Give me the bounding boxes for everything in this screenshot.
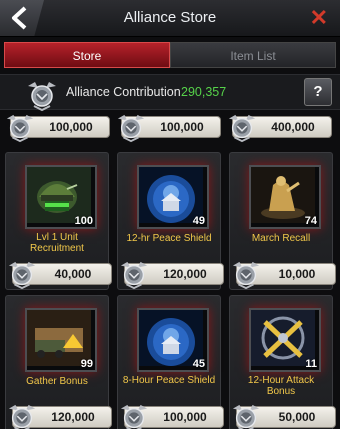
price-value: 100,000 — [160, 120, 204, 134]
alliance-medal-icon — [7, 260, 37, 290]
item-icon-frame: 99 — [25, 308, 97, 372]
price-value: 120,000 — [51, 410, 95, 424]
store-item-list[interactable]: 100,000 100,000 400,000 100 Lvl 1 Unit R… — [0, 112, 340, 429]
buy-button[interactable]: 50,000 — [231, 403, 336, 429]
alliance-medal-icon — [119, 403, 149, 429]
store-item-card[interactable]: 45 8-Hour Peace Shield 100,000 — [117, 295, 224, 429]
price-value: 40,000 — [54, 267, 92, 281]
buy-button[interactable]: 100,000 — [5, 113, 110, 143]
contribution-value: 290,357 — [181, 85, 227, 99]
page-title: Alliance Store — [123, 9, 217, 26]
item-icon-frame: 49 — [137, 165, 209, 229]
price-value: 400,000 — [271, 120, 315, 134]
item-name: Gather Bonus — [26, 376, 88, 387]
item-quantity: 74 — [304, 215, 317, 227]
buy-button[interactable]: 40,000 — [7, 260, 112, 290]
alliance-medal-icon — [5, 113, 35, 143]
store-item-card[interactable]: 11 12-Hour Attack Bonus 50,000 — [229, 295, 336, 429]
alliance-medal-icon — [119, 260, 149, 290]
item-icon-frame: 100 — [25, 165, 97, 229]
help-button[interactable]: ? — [304, 78, 332, 106]
store-item-card[interactable]: 74 March Recall 10,000 — [229, 152, 336, 290]
store-item-card[interactable]: 49 12-hr Peace Shield 120,000 — [117, 152, 224, 290]
alliance-medal-icon — [231, 403, 261, 429]
price-value: 100,000 — [163, 410, 207, 424]
item-name: 8-Hour Peace Shield — [122, 375, 216, 386]
item-name: March Recall — [251, 233, 311, 244]
alliance-medal-icon — [227, 113, 257, 143]
buy-button[interactable]: 100,000 — [116, 113, 221, 143]
store-item-card[interactable]: 100 Lvl 1 Unit Recruitment 40,000 — [5, 152, 112, 290]
close-icon[interactable]: ✕ — [310, 5, 328, 31]
buy-button[interactable]: 400,000 — [227, 113, 332, 143]
contribution-label: Alliance Contribution — [66, 85, 181, 99]
back-button[interactable] — [0, 0, 44, 36]
store-header: Alliance Store ✕ — [0, 0, 340, 37]
price-value: 120,000 — [163, 267, 207, 281]
buy-button[interactable]: 100,000 — [119, 403, 224, 429]
alliance-medal-icon — [27, 81, 57, 111]
item-quantity: 100 — [74, 215, 93, 227]
tab-bar: Store Item List — [4, 42, 336, 68]
back-arrow-icon — [12, 6, 27, 30]
buy-button[interactable]: 10,000 — [231, 260, 336, 290]
item-name: 12-hr Peace Shield — [126, 233, 212, 244]
buy-button[interactable]: 120,000 — [119, 260, 224, 290]
item-name: Lvl 1 Unit Recruitment — [30, 232, 84, 254]
store-item-card[interactable]: 99 Gather Bonus 120,000 — [5, 295, 112, 429]
alliance-medal-icon — [7, 403, 37, 429]
item-quantity: 45 — [192, 358, 205, 370]
price-value: 100,000 — [49, 120, 93, 134]
price-value: 50,000 — [278, 410, 316, 424]
tab-item-list[interactable]: Item List — [170, 42, 336, 68]
item-icon-frame: 45 — [137, 308, 209, 372]
item-name: 12-Hour Attack Bonus — [247, 375, 315, 397]
item-icon-frame: 11 — [249, 308, 321, 372]
price-value: 10,000 — [278, 267, 316, 281]
alliance-medal-icon — [231, 260, 261, 290]
item-quantity: 11 — [305, 358, 317, 370]
alliance-contribution-bar: Alliance Contribution 290,357 ? — [0, 74, 340, 111]
alliance-medal-icon — [116, 113, 146, 143]
item-icon-frame: 74 — [249, 165, 321, 229]
buy-button[interactable]: 120,000 — [7, 403, 112, 429]
item-quantity: 49 — [192, 215, 205, 227]
tab-store[interactable]: Store — [4, 42, 170, 68]
item-quantity: 99 — [80, 358, 93, 370]
